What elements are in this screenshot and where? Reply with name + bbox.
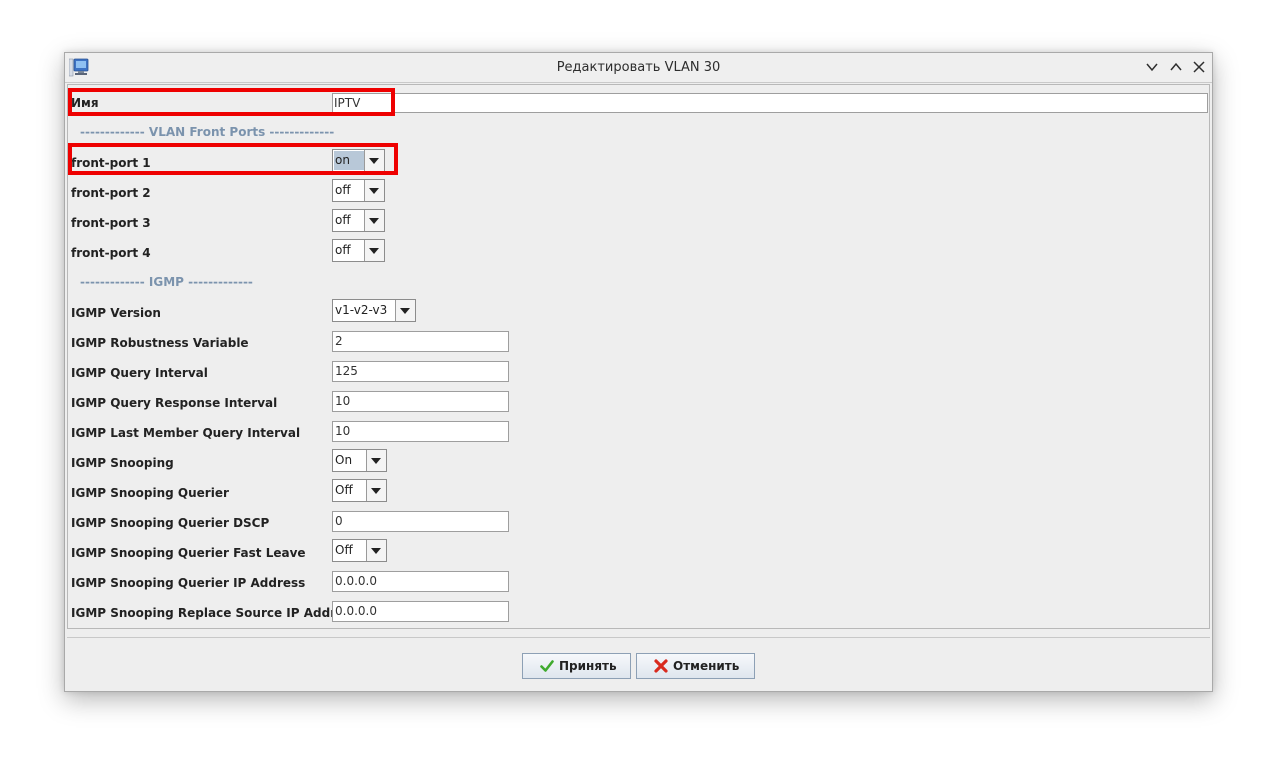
cancel-button[interactable]: Отменить — [636, 653, 755, 679]
igmp-section-header: ------------- IGMP ------------- — [80, 275, 253, 289]
name-field[interactable]: IPTV — [332, 93, 1208, 113]
igmp-version-select[interactable]: v1-v2-v3 — [332, 299, 416, 322]
front-port-1-value: on — [334, 151, 364, 170]
igmp-query-response-interval-field[interactable]: 10 — [332, 391, 509, 412]
front-port-4-value: off — [335, 243, 351, 257]
form-panel: Имя IPTV ------------- VLAN Front Ports … — [67, 84, 1210, 629]
chevron-down-icon — [371, 548, 381, 554]
igmp-snooping-dropdown-button[interactable] — [366, 450, 386, 471]
title-bar[interactable]: Редактировать VLAN 30 — [65, 53, 1212, 83]
igmp-snooping-querier-ip-field[interactable]: 0.0.0.0 — [332, 571, 509, 592]
igmp-query-interval-label: IGMP Query Interval — [71, 366, 208, 380]
igmp-snooping-replace-source-ip-label: IGMP Snooping Replace Source IP Address — [71, 606, 359, 620]
igmp-snooping-value: On — [335, 453, 353, 467]
igmp-snooping-querier-fast-leave-select[interactable]: Off — [332, 539, 387, 562]
igmp-last-member-query-interval-field[interactable]: 10 — [332, 421, 509, 442]
igmp-last-member-query-interval-label: IGMP Last Member Query Interval — [71, 426, 301, 440]
footer-separator — [67, 637, 1210, 638]
front-port-2-label: front-port 2 — [71, 186, 151, 200]
front-port-2-value: off — [335, 183, 351, 197]
close-icon[interactable] — [1192, 60, 1206, 74]
front-port-4-select[interactable]: off — [332, 239, 385, 262]
front-port-4-label: front-port 4 — [71, 246, 151, 260]
igmp-query-response-interval-label: IGMP Query Response Interval — [71, 396, 278, 410]
igmp-snooping-querier-label: IGMP Snooping Querier — [71, 486, 229, 500]
cancel-button-label: Отменить — [673, 659, 740, 673]
edit-vlan-dialog: Редактировать VLAN 30 Имя IPTV ---------… — [64, 52, 1213, 692]
accept-button[interactable]: Принять — [522, 653, 631, 679]
red-x-icon — [654, 659, 668, 673]
igmp-snooping-querier-fast-leave-value: Off — [335, 543, 353, 557]
checkmark-icon — [540, 660, 554, 672]
front-port-3-dropdown-button[interactable] — [364, 210, 384, 231]
igmp-robustness-field[interactable]: 2 — [332, 331, 509, 352]
chevron-down-icon — [369, 248, 379, 254]
igmp-version-value: v1-v2-v3 — [335, 303, 388, 317]
front-port-1-label: front-port 1 — [71, 156, 151, 170]
igmp-snooping-querier-dropdown-button[interactable] — [366, 480, 386, 501]
front-port-3-select[interactable]: off — [332, 209, 385, 232]
igmp-snooping-querier-ip-label: IGMP Snooping Querier IP Address — [71, 576, 306, 590]
igmp-snooping-querier-select[interactable]: Off — [332, 479, 387, 502]
igmp-snooping-label: IGMP Snooping — [71, 456, 174, 470]
igmp-snooping-querier-fast-leave-label: IGMP Snooping Querier Fast Leave — [71, 546, 306, 560]
igmp-snooping-select[interactable]: On — [332, 449, 387, 472]
accept-button-label: Принять — [559, 659, 617, 673]
igmp-snooping-querier-dscp-label: IGMP Snooping Querier DSCP — [71, 516, 270, 530]
front-ports-section-header: ------------- VLAN Front Ports ---------… — [80, 125, 335, 139]
front-port-3-value: off — [335, 213, 351, 227]
igmp-snooping-replace-source-ip-field[interactable]: 0.0.0.0 — [332, 601, 509, 622]
chevron-down-icon — [369, 158, 379, 164]
igmp-version-dropdown-button[interactable] — [395, 300, 415, 321]
chevron-up-icon[interactable] — [1169, 60, 1183, 74]
front-port-2-dropdown-button[interactable] — [364, 180, 384, 201]
chevron-down-icon — [369, 218, 379, 224]
chevron-down-icon — [400, 308, 410, 314]
igmp-query-interval-field[interactable]: 125 — [332, 361, 509, 382]
front-port-1-dropdown-button[interactable] — [364, 150, 384, 171]
igmp-version-label: IGMP Version — [71, 306, 161, 320]
igmp-snooping-querier-fast-leave-dropdown-button[interactable] — [366, 540, 386, 561]
chevron-down-icon — [371, 488, 381, 494]
front-port-4-dropdown-button[interactable] — [364, 240, 384, 261]
chevron-down-icon — [371, 458, 381, 464]
front-port-2-select[interactable]: off — [332, 179, 385, 202]
igmp-snooping-querier-value: Off — [335, 483, 353, 497]
igmp-snooping-querier-dscp-field[interactable]: 0 — [332, 511, 509, 532]
front-port-1-select[interactable]: on — [332, 149, 385, 172]
name-label: Имя — [71, 96, 99, 110]
window-title: Редактировать VLAN 30 — [556, 60, 721, 75]
chevron-down-icon[interactable] — [1145, 60, 1159, 74]
igmp-robustness-label: IGMP Robustness Variable — [71, 336, 249, 350]
chevron-down-icon — [369, 188, 379, 194]
front-port-3-label: front-port 3 — [71, 216, 151, 230]
